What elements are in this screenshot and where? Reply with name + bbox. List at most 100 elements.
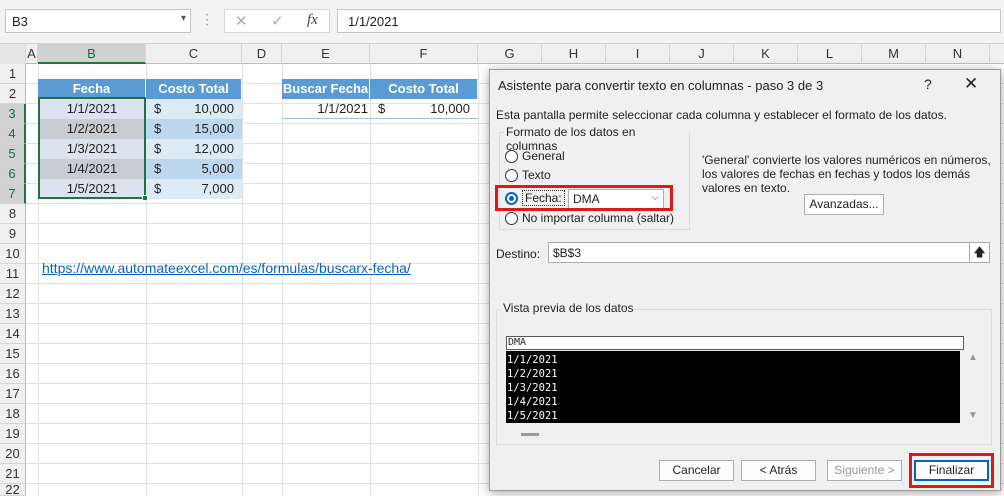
table1-costo-cell[interactable]: $5,000	[146, 159, 242, 179]
scroll-up-icon[interactable]: ▲	[968, 352, 978, 363]
table2-header-buscar[interactable]: Buscar Fecha	[282, 79, 370, 99]
amount: 7,000	[201, 181, 234, 196]
table1-costo-cell[interactable]: $12,000	[146, 139, 242, 159]
fill-handle[interactable]	[142, 195, 148, 201]
next-button[interactable]: Siguiente >	[827, 460, 902, 481]
select-all-corner[interactable]	[0, 44, 26, 64]
hyperlink[interactable]: https://www.automateexcel.com/es/formula…	[42, 260, 411, 276]
table1-fecha-cell[interactable]: 1/4/2021	[38, 159, 146, 179]
destination-input[interactable]: $B$3 🡅	[548, 242, 990, 263]
row-header[interactable]: 21	[0, 464, 26, 484]
col-header-a[interactable]: A	[26, 44, 38, 64]
radio-texto[interactable]: Texto	[505, 166, 551, 184]
preview-column-data[interactable]: 1/1/2021 1/2/2021 1/3/2021 1/4/2021 1/5/…	[506, 351, 960, 423]
row-header[interactable]: 6	[0, 164, 26, 184]
row-header[interactable]: 8	[0, 204, 26, 224]
radio-label: Fecha:	[522, 190, 565, 206]
amount: 10,000	[194, 101, 234, 116]
amount: 5,000	[201, 161, 234, 176]
col-header-m[interactable]: M	[862, 44, 926, 64]
scroll-down-icon[interactable]: ▼	[968, 410, 978, 421]
col-header-b[interactable]: B	[38, 44, 146, 64]
row-header[interactable]: 16	[0, 364, 26, 384]
radio-icon[interactable]	[505, 211, 518, 225]
table1-header-costo[interactable]: Costo Total	[146, 79, 242, 99]
radio-general[interactable]: General	[505, 147, 565, 165]
row-header[interactable]: 10	[0, 244, 26, 264]
table1-fecha-cell[interactable]: 1/2/2021	[38, 119, 146, 139]
table1-fecha-cell[interactable]: 1/1/2021	[38, 99, 146, 119]
table2-fecha-cell[interactable]: 1/1/2021	[282, 99, 370, 119]
row-header[interactable]: 5	[0, 144, 26, 164]
name-box[interactable]: B3 ▾	[5, 9, 191, 33]
col-header-k[interactable]: K	[734, 44, 798, 64]
col-header-h[interactable]: H	[542, 44, 606, 64]
help-icon[interactable]: ?	[924, 76, 932, 92]
row-header[interactable]: 15	[0, 344, 26, 364]
formula-input[interactable]: 1/1/2021	[337, 9, 1001, 33]
column-headers: A B C D E F G H I J K L M N	[0, 44, 1004, 64]
row-header[interactable]: 12	[0, 284, 26, 304]
preview-row: 1/5/2021	[507, 410, 558, 422]
row-header[interactable]: 2	[0, 84, 26, 104]
row-header[interactable]: 3	[0, 104, 26, 124]
back-button[interactable]: < Atrás	[741, 460, 816, 481]
advanced-button[interactable]: Avanzadas...	[804, 194, 884, 215]
currency-symbol: $	[378, 101, 386, 116]
row-header[interactable]: 14	[0, 324, 26, 344]
table1-header-fecha[interactable]: Fecha	[38, 79, 146, 99]
radio-selected-icon[interactable]	[505, 191, 518, 205]
radio-icon[interactable]	[505, 168, 518, 182]
row-header[interactable]: 18	[0, 404, 26, 424]
row-header[interactable]: 17	[0, 384, 26, 404]
row-header[interactable]: 9	[0, 224, 26, 244]
grid-vline	[370, 64, 371, 496]
chevron-down-icon[interactable]: ⌵	[651, 192, 659, 203]
more-icon[interactable]: ⋮	[200, 11, 215, 28]
col-header-j[interactable]: J	[670, 44, 734, 64]
currency-symbol: $	[154, 121, 162, 136]
col-header-g[interactable]: G	[478, 44, 542, 64]
chevron-down-icon[interactable]: ▾	[181, 13, 186, 24]
col-header-i[interactable]: I	[606, 44, 670, 64]
preview-column-header[interactable]: DMA	[506, 336, 964, 350]
currency-symbol: $	[154, 141, 162, 156]
close-icon[interactable]: ✕	[964, 74, 978, 94]
preview-vertical-scrollbar[interactable]: ▲ ▼	[965, 350, 981, 424]
date-format-select[interactable]: DMA ⌵	[568, 189, 664, 209]
col-header-d[interactable]: D	[242, 44, 282, 64]
table2-header-costo[interactable]: Costo Total	[370, 79, 478, 99]
col-header-c[interactable]: C	[146, 44, 242, 64]
table2-costo-cell[interactable]: $10,000	[370, 99, 478, 119]
row-header[interactable]: 19	[0, 424, 26, 444]
table1-fecha-cell[interactable]: 1/5/2021	[38, 179, 146, 199]
cancel-button[interactable]: Cancelar	[659, 460, 734, 481]
radio-no-importar[interactable]: No importar columna (saltar)	[505, 209, 674, 227]
cancel-icon[interactable]: ✕	[235, 12, 248, 30]
row-header[interactable]: 22	[0, 484, 26, 496]
row-header[interactable]: 20	[0, 444, 26, 464]
col-header-e[interactable]: E	[282, 44, 370, 64]
collapse-dialog-icon[interactable]: 🡅	[969, 243, 989, 262]
row-header[interactable]: 11	[0, 264, 26, 284]
row-header[interactable]: 7	[0, 184, 26, 204]
radio-label: Texto	[522, 168, 551, 182]
table1-costo-cell[interactable]: $10,000	[146, 99, 242, 119]
col-header-l[interactable]: L	[798, 44, 862, 64]
enter-icon[interactable]: ✓	[271, 12, 284, 30]
row-header[interactable]: 4	[0, 124, 26, 144]
row-header[interactable]: 13	[0, 304, 26, 324]
col-header-n[interactable]: N	[926, 44, 990, 64]
insert-function-icon[interactable]: fx	[307, 12, 318, 29]
grid-vline	[282, 64, 283, 496]
finish-button[interactable]: Finalizar	[914, 460, 989, 481]
radio-fecha[interactable]: Fecha:	[505, 189, 565, 207]
row-header[interactable]: 1	[0, 64, 26, 84]
table1-costo-cell[interactable]: $15,000	[146, 119, 242, 139]
preview-horizontal-scrollbar[interactable]	[521, 433, 539, 436]
table1-costo-cell[interactable]: $7,000	[146, 179, 242, 199]
table1-fecha-cell[interactable]: 1/3/2021	[38, 139, 146, 159]
radio-icon[interactable]	[505, 149, 518, 163]
amount: 12,000	[194, 141, 234, 156]
col-header-f[interactable]: F	[370, 44, 478, 64]
